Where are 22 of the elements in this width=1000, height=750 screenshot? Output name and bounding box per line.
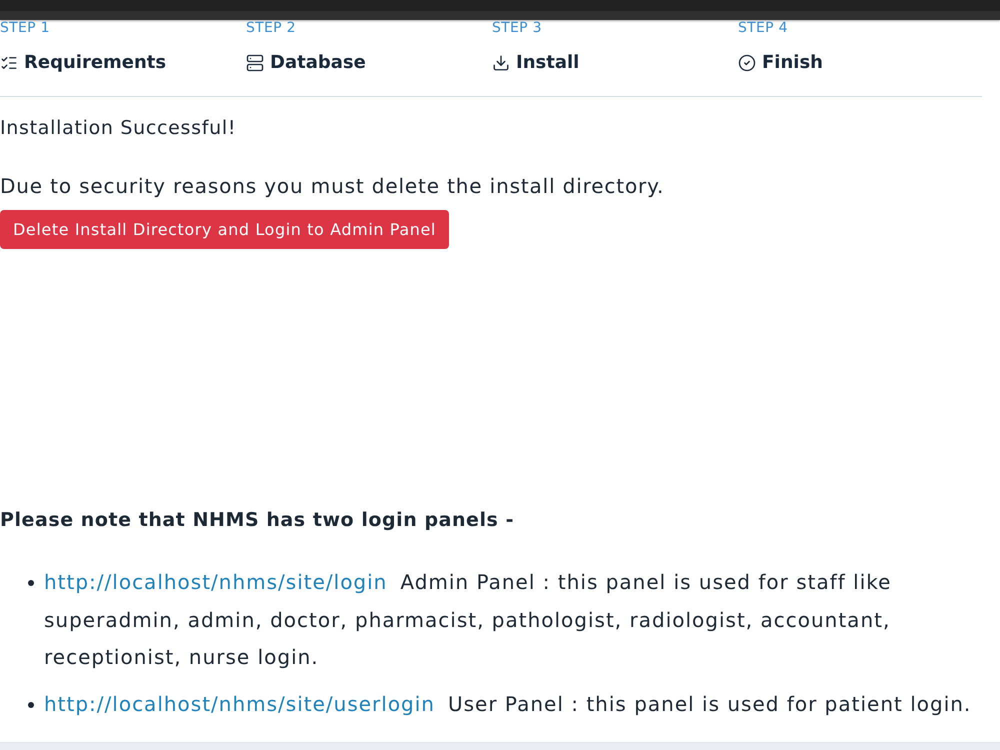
panel-description: http://localhost/nhms/site/userlogin User Panel : this panel is used for patient login. xyxy=(44,690,972,718)
success-message: Installation Successful! xyxy=(0,116,236,140)
step-title: Database xyxy=(270,51,366,75)
step-title: Install xyxy=(516,51,580,75)
step-label: STEP 3 xyxy=(492,20,542,36)
bullet-icon xyxy=(28,580,34,586)
bullet-icon xyxy=(28,702,34,708)
security-warning: Due to security reasons you must delete the install directory. xyxy=(0,173,664,199)
checklist-icon xyxy=(0,54,18,72)
login-link[interactable]: http://localhost/nhms/site/login xyxy=(44,570,388,594)
step-label: STEP 1 xyxy=(0,20,50,36)
step-label: STEP 2 xyxy=(246,20,296,36)
check-circle-icon xyxy=(738,54,756,72)
download-icon xyxy=(492,54,510,72)
database-icon xyxy=(246,54,264,72)
step-title: Requirements xyxy=(24,51,166,75)
note-heading: Please note that NHMS has two login panels - xyxy=(0,508,514,533)
login-link[interactable]: http://localhost/nhms/site/userlogin xyxy=(44,692,435,716)
panel-description: http://localhost/nhms/site/login Admin Panel : this panel is used for staff like superadmin, admin, doctor, pharmacist, pathologist, radiologist, accountant, receptionist, nurse login. xyxy=(44,569,892,671)
step-label: STEP 4 xyxy=(738,20,788,36)
delete-directory-button[interactable]: Delete Install Directory and Login to Admin Panel xyxy=(0,210,449,249)
step-title: Finish xyxy=(762,51,823,75)
